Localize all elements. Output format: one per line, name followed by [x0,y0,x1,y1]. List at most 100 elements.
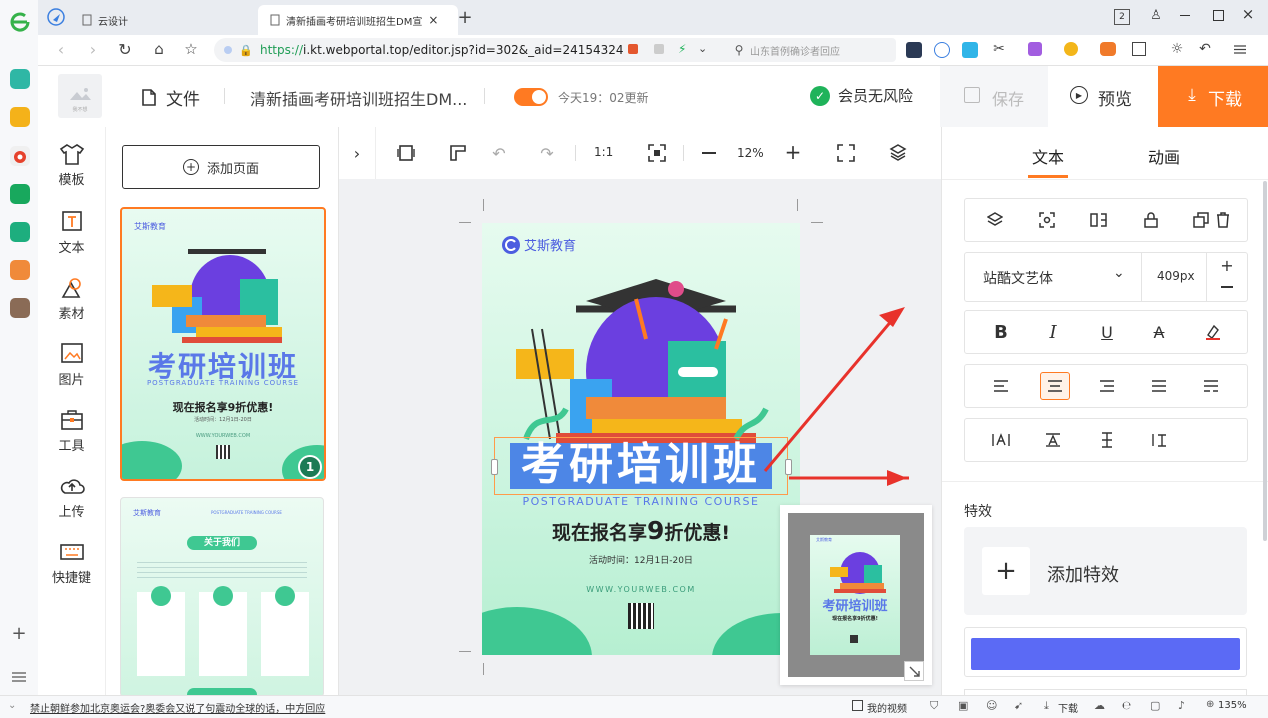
shield-status-icon[interactable]: ⛉ [930,699,938,713]
browser-logo-icon[interactable] [8,10,32,34]
page-thumbnail-1[interactable]: 艾斯教育 考研培训班 POSTGRADUATE TRAINING COURSE … [120,207,326,481]
rail-item-tools[interactable]: 工具 [38,409,105,454]
tab-text[interactable]: 文本 [1032,144,1064,168]
home-icon[interactable]: ⌂ [150,40,168,58]
new-tab-icon[interactable]: + [456,7,474,28]
poster-website[interactable]: WWW.YOURWEB.COM [482,585,800,594]
browser-menu-icon[interactable] [1234,45,1246,54]
save-button[interactable]: 保存 [940,66,1048,127]
font-family-select[interactable]: 站酷文艺体 ⌄ [965,253,1141,301]
panel-scrollbar[interactable] [1263,181,1267,541]
collapse-panel-icon[interactable]: › [339,127,376,179]
ext-game-icon[interactable] [1100,42,1116,56]
download-button[interactable]: ⤓ 下载 [1158,66,1268,127]
nav-circle-icon[interactable] [47,8,65,26]
poster-qr-code[interactable] [628,603,654,629]
maximize-icon[interactable] [1213,10,1224,21]
font-size-input[interactable]: 409px [1142,253,1206,301]
rail-item-shortcuts[interactable]: 快捷键 [38,541,105,586]
layer-order-icon[interactable] [975,199,1015,241]
letter-spacing-icon[interactable] [979,419,1023,461]
align-right-icon[interactable] [1085,365,1129,407]
zoom-in-icon[interactable]: + [783,140,803,164]
text-effect-icon[interactable] [1031,419,1075,461]
side-app-mail-icon[interactable] [10,184,30,204]
member-guarantee[interactable]: ✓ 会员无风险 [810,85,913,106]
zoom-level[interactable]: 12% [737,146,764,160]
page-thumbnail-2[interactable]: 艾斯教育 POSTGRADUATE TRAINING COURSE 关于我们 [120,497,324,697]
forward-icon[interactable]: › [84,40,102,59]
side-app-panda-icon[interactable] [10,298,30,318]
grid-icon[interactable] [654,44,664,54]
tab-cloud-design[interactable]: 云设计 [80,5,250,35]
download-status-link[interactable]: 下载 [1058,700,1078,715]
side-menu-icon[interactable] [12,672,26,682]
ratio-button[interactable]: 1:1 [594,145,613,159]
side-add-icon[interactable]: + [10,623,28,644]
crop-icon[interactable] [1027,199,1067,241]
ext-screen-icon[interactable] [906,42,922,58]
bold-icon[interactable]: B [979,311,1023,353]
rail-item-assets[interactable]: 素材 [38,277,105,322]
window-status-icon[interactable]: ▢ [1150,699,1160,712]
align-center-icon[interactable] [1033,365,1077,407]
window-close-icon[interactable]: × [1240,5,1256,23]
side-app-game-icon[interactable] [10,260,30,280]
resize-handle-left[interactable] [491,459,498,475]
sun-icon[interactable]: ☼ [1168,40,1186,58]
preview-button[interactable]: ▶ 预览 [1054,66,1158,127]
autosave-toggle[interactable] [514,88,548,106]
window-count-badge[interactable]: 2 [1114,9,1130,25]
align-justify-icon[interactable] [1137,365,1181,407]
news-headline[interactable]: 禁止朝鲜参加北京奥运会?奥委会又说了句震动全球的话，中方回应 [30,700,325,715]
ext-grid-icon[interactable] [1132,42,1146,56]
underline-icon[interactable]: U [1085,311,1129,353]
align-left-icon[interactable] [979,365,1023,407]
add-effect-button[interactable]: + 添加特效 [964,527,1247,615]
rail-item-template[interactable]: 模板 [38,143,105,188]
poster-date[interactable]: 活动时间：12月1日-20日 [482,553,800,566]
minimap-resize-icon[interactable] [904,661,924,681]
zoom-out-icon[interactable] [702,152,716,154]
document-title[interactable]: 清新插画考研培训班招生DM... [250,86,467,110]
rail-item-upload[interactable]: 上传 [38,475,105,520]
scissors-icon[interactable]: ✂ [990,40,1008,58]
side-app-cloud-icon[interactable] [10,222,30,242]
cloud-status-icon[interactable]: ☁ [1094,699,1105,712]
emoji-status-icon[interactable]: ☺ [986,699,997,712]
poster-offer[interactable]: 现在报名享9折优惠! [482,516,800,545]
strikethrough-icon[interactable]: A [1137,311,1181,353]
italic-icon[interactable]: I [1031,311,1075,353]
zoom-status-value[interactable]: 135% [1218,700,1247,711]
navigator-minimap[interactable]: 艾斯教育 考研培训班 现在报名享9折优惠! [780,505,932,685]
ie-status-icon[interactable]: ℮ [1122,699,1131,712]
line-height-icon[interactable] [1085,419,1129,461]
text-color-swatch[interactable] [971,638,1240,670]
logo-placeholder[interactable]: 我不想 [58,74,102,118]
reload-icon[interactable]: ↻ [116,40,134,59]
sound-icon[interactable]: ♪ [1178,699,1185,712]
layers-icon[interactable] [889,143,907,161]
ext-shield-icon[interactable] [1064,42,1078,56]
image-status-icon[interactable]: ▣ [958,699,968,712]
back-icon[interactable]: ‹ [52,40,70,59]
delete-icon[interactable] [1203,199,1243,241]
undo-browser-icon[interactable]: ↶ [1196,40,1214,58]
minimize-icon[interactable] [1180,15,1190,16]
lightning-icon[interactable]: ⚡ [678,42,686,56]
side-app-star-icon[interactable] [10,107,30,127]
selection-frame[interactable] [494,437,788,495]
ruler-icon[interactable] [449,144,467,162]
rail-item-text[interactable]: 文本 [38,211,105,256]
font-size-increase-icon[interactable]: + [1207,255,1247,275]
ext-app-icon[interactable] [962,42,978,58]
ext-translate-icon[interactable] [1028,42,1042,56]
lock-icon[interactable] [1131,199,1171,241]
redo-icon[interactable]: ↷ [537,143,557,163]
fit-page-icon[interactable] [397,145,415,161]
rail-item-images[interactable]: 图片 [38,343,105,388]
fit-screen-icon[interactable] [648,144,666,162]
undo-icon[interactable]: ↶ [489,143,509,163]
side-app-plus-icon[interactable] [10,69,30,89]
file-menu[interactable]: 文件 [140,85,200,110]
